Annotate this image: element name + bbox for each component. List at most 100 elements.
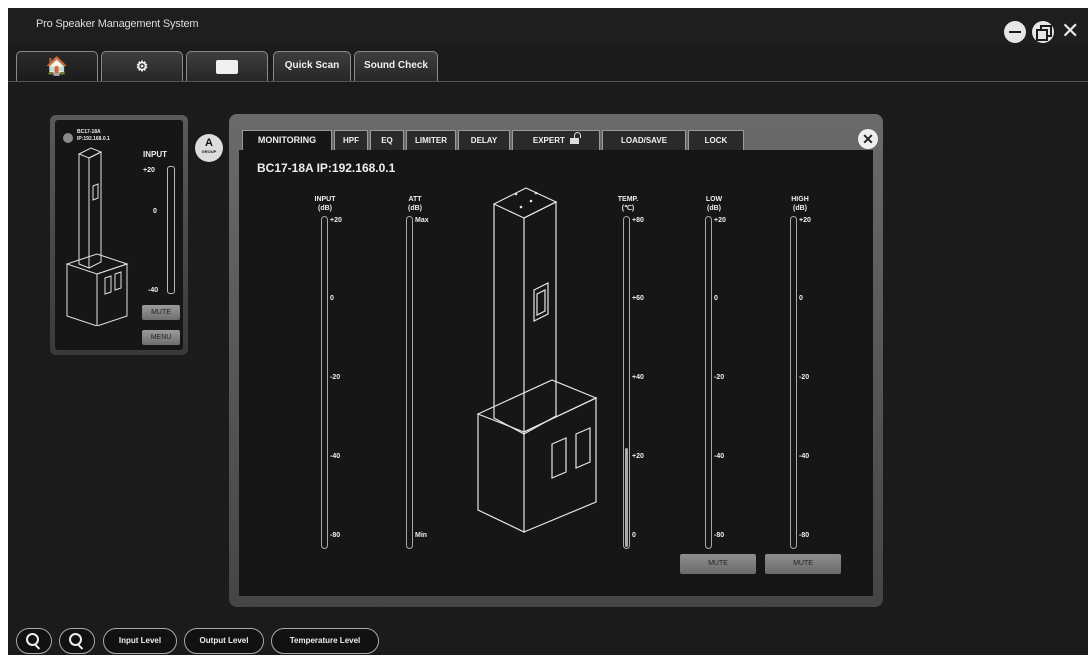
monitoring-view: BC17-18A IP:192.168.0.1 INPUT (dB) +20 0… (239, 150, 873, 596)
status-led (63, 133, 73, 143)
low-meter-tick: +20 (714, 217, 726, 224)
input-meter-header: INPUT (dB) (305, 195, 345, 213)
high-meter-unit: (dB) (793, 205, 807, 212)
zoom-in-button[interactable] (16, 628, 52, 654)
high-meter-tick: +20 (799, 217, 811, 224)
zoom-in-icon (24, 631, 44, 651)
top-navigation: 🏠 ⚙ Quick Scan Sound Check (8, 48, 1088, 82)
device-header: BC17-18A IP:192.168.0.1 (257, 161, 396, 175)
tab-monitoring[interactable]: MONITORING (242, 130, 332, 150)
input-level-meter (321, 216, 328, 549)
tab-limiter[interactable]: LIMITER (406, 130, 456, 150)
tab-hpf[interactable]: HPF (334, 130, 368, 150)
minimize-icon[interactable] (1004, 21, 1026, 43)
input-meter-tick: -40 (330, 453, 341, 460)
tab-lock[interactable]: LOCK (688, 130, 744, 150)
att-meter-unit: (dB) (408, 205, 422, 212)
high-meter-tick: -80 (799, 532, 810, 539)
tab-eq[interactable]: EQ (370, 130, 404, 150)
low-meter-unit: (dB) (707, 205, 721, 212)
device-card-tick: -40 (148, 287, 159, 294)
low-mute-button[interactable]: MUTE (680, 554, 756, 574)
nav-divider (8, 81, 1088, 82)
temperature-level-button[interactable]: Temperature Level (271, 628, 379, 654)
low-meter-tick: -80 (714, 532, 725, 539)
device-card-menu-button[interactable]: MENU (142, 330, 180, 345)
close-icon[interactable]: ✕ (1061, 18, 1079, 44)
device-card-mute-button[interactable]: MUTE (142, 305, 180, 320)
tab-load-save[interactable]: LOAD/SAVE (602, 130, 686, 150)
att-meter-tick: Min (415, 532, 428, 539)
tab-delay[interactable]: DELAY (458, 130, 510, 150)
device-card-input-label: INPUT (143, 150, 167, 159)
temperature-meter (623, 216, 630, 549)
device-icon (216, 60, 238, 74)
high-meter-label: HIGH (791, 196, 809, 203)
temperature-level-fill (625, 447, 628, 547)
temp-meter-unit: (℃) (621, 205, 635, 212)
restore-icon[interactable] (1032, 21, 1054, 43)
low-output-meter (705, 216, 712, 549)
output-level-button[interactable]: Output Level (184, 628, 264, 654)
temp-meter-tick: 0 (632, 532, 636, 539)
app-title: Pro Speaker Management System (36, 18, 199, 30)
app-window: Pro Speaker Management System ✕ 🏠 ⚙ Quic… (8, 8, 1088, 655)
high-meter-tick: 0 (799, 295, 803, 302)
low-meter-tick: -20 (714, 374, 725, 381)
input-meter-tick: +20 (330, 217, 342, 224)
high-output-meter (790, 216, 797, 549)
device-card[interactable]: BC17-18A IP:192.168.0.1 INPUT +20 0 -40 (50, 115, 188, 355)
input-meter-tick: -20 (330, 374, 341, 381)
device-card-body: BC17-18A IP:192.168.0.1 INPUT +20 0 -40 (55, 120, 183, 350)
group-label: GROUP (201, 149, 217, 154)
panel-close-icon[interactable]: ✕ (858, 129, 878, 149)
device-card-input-meter (167, 166, 175, 294)
temp-meter-tick: +20 (632, 453, 644, 460)
tab-expert[interactable]: EXPERT (512, 130, 600, 150)
device-card-model: BC17-18A (77, 129, 101, 135)
device-card-info: BC17-18A IP:192.168.0.1 (77, 129, 110, 143)
group-badge[interactable]: A GROUP (195, 134, 223, 162)
att-meter-label: ATT (408, 196, 422, 203)
input-meter-label: INPUT (314, 196, 336, 203)
zoom-out-button[interactable] (59, 628, 95, 654)
tab-sound-check[interactable]: Sound Check (354, 51, 438, 81)
device-card-tick: 0 (153, 208, 157, 215)
high-meter-tick: -20 (799, 374, 810, 381)
input-meter-unit: (dB) (318, 205, 332, 212)
home-icon: 🏠 (45, 56, 69, 76)
temp-meter-tick: +40 (632, 374, 644, 381)
tab-expert-label: EXPERT (532, 136, 565, 145)
low-meter-tick: 0 (714, 295, 718, 302)
input-meter-tick: -80 (330, 532, 341, 539)
speaker-thumbnail-image (65, 147, 129, 326)
input-meter-tick: 0 (330, 295, 334, 302)
tab-settings[interactable]: ⚙ (101, 51, 183, 81)
tab-devices[interactable] (186, 51, 268, 81)
att-meter-header: ATT (dB) (395, 195, 435, 213)
device-card-tick: +20 (143, 167, 155, 174)
bottom-toolbar: Input Level Output Level Temperature Lev… (8, 626, 1088, 655)
temp-meter-label: TEMP. (617, 196, 639, 203)
high-mute-button[interactable]: MUTE (765, 554, 841, 574)
att-level-meter (406, 216, 413, 549)
speaker-illustration (476, 187, 598, 533)
low-meter-header: LOW (dB) (694, 195, 734, 213)
unlock-icon (570, 132, 582, 144)
input-level-button[interactable]: Input Level (103, 628, 177, 654)
zoom-out-icon (67, 631, 87, 651)
tab-quick-scan[interactable]: Quick Scan (273, 51, 351, 81)
tab-home[interactable]: 🏠 (16, 51, 98, 81)
device-control-panel: MONITORING HPF EQ LIMITER DELAY EXPERT L… (229, 114, 883, 607)
group-letter: A (205, 137, 213, 149)
temp-meter-tick: +80 (632, 217, 644, 224)
temp-meter-header: TEMP. (℃) (608, 195, 648, 213)
temp-meter-tick: +60 (632, 295, 644, 302)
high-meter-tick: -40 (799, 453, 810, 460)
title-bar: Pro Speaker Management System ✕ (8, 8, 1088, 44)
low-meter-tick: -40 (714, 453, 725, 460)
device-card-ip: IP:192.168.0.1 (77, 136, 110, 142)
att-meter-tick: Max (415, 217, 429, 224)
high-meter-header: HIGH (dB) (780, 195, 820, 213)
low-meter-label: LOW (705, 196, 723, 203)
